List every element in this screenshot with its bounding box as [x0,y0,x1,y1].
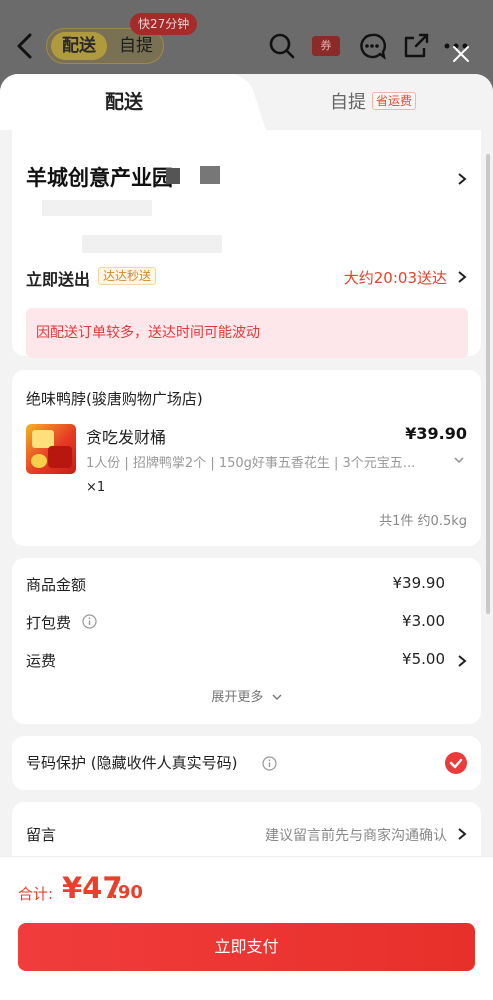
total-label: 合计: [18,885,54,903]
product-spec: 1人份 | 招牌鸭掌2个 | 150g好事五香花生 | 3个元宝五... [86,456,416,471]
note-hint: 建议留言前先与商家沟通确认 [265,828,447,844]
expand-more-label: 展开更多 [211,690,264,705]
product-image [26,424,76,474]
delivery-tabs: 配送 自提 省运费 [0,74,493,130]
address-title: 羊城创意产业园 [26,166,173,190]
redacted-block [82,235,222,253]
fee-label: 运费 [26,652,57,670]
chevron-right-icon [458,655,467,667]
share-icon[interactable] [402,32,430,60]
mode-pickup[interactable]: 自提 [111,32,161,60]
customer-service-icon[interactable] [358,32,386,60]
chevron-down-icon [272,694,282,700]
fee-value: ¥39.90 [392,574,446,592]
tab-delivery[interactable]: 配送 [0,74,248,130]
fee-label: 商品金额 [26,576,87,594]
note-label: 留言 [26,826,57,844]
check-icon [449,758,463,769]
checkout-bar: 合计: ¥47 .90 立即支付 [0,856,493,1000]
order-items-card: 绝味鸭脖(骏唐购物广场店) 贪吃发财桶 ¥39.90 1人份 | 招牌鸭掌2个 … [12,370,481,546]
expand-more-button[interactable]: 展开更多 [12,686,481,705]
save-shipping-badge: 省运费 [372,92,417,110]
store-name[interactable]: 绝味鸭脖(骏唐购物广场店) [26,388,203,409]
order-summary: 共1件 约0.5kg [379,514,467,529]
mode-delivery[interactable]: 配送 [51,32,107,60]
address-card[interactable]: 羊城创意产业园 立即送出 达达秒送 大约20:03送达 因配送订单较多，送达时间… [12,130,481,358]
privacy-card: 号码保护 (隐藏收件人真实号码) [12,736,481,790]
fee-row-shipping[interactable]: 运费 ¥5.00 [26,650,481,674]
tab-pickup[interactable]: 自提 [330,88,366,114]
redacted-block [42,200,152,216]
fee-row-goods: 商品金额 ¥39.90 [26,574,481,598]
back-icon[interactable] [14,32,36,60]
pay-now-button[interactable]: 立即支付 [18,923,475,971]
product-price: ¥39.90 [405,424,467,443]
fee-label: 打包费 [26,614,72,632]
privacy-checkbox[interactable] [445,752,467,774]
dada-tag: 达达秒送 [98,267,157,285]
chevron-right-icon [458,271,467,283]
delivery-eta[interactable]: 大约20:03送达 [344,267,447,288]
fee-breakdown-card: 商品金额 ¥39.90 打包费 ¥3.00 运费 ¥5.00 展开更多 [12,558,481,724]
faster-badge: 快27分钟 [130,13,198,35]
fee-value: ¥3.00 [402,612,445,630]
total-decimal: .90 [111,882,143,903]
product-quantity: ×1 [86,480,106,495]
delay-warning: 因配送订单较多，送达时间可能波动 [26,308,468,358]
coupon-icon[interactable]: 券 [312,36,340,56]
scrollbar[interactable] [486,154,490,614]
search-icon[interactable] [268,32,296,60]
info-icon[interactable] [262,756,277,771]
info-icon[interactable] [82,614,97,629]
chevron-right-icon [458,828,467,840]
fee-row-packaging: 打包费 ¥3.00 [26,612,481,636]
close-icon[interactable] [449,42,473,66]
chevron-down-icon[interactable] [453,455,465,465]
redacted-block [200,166,220,184]
fee-value: ¥5.00 [402,650,445,668]
product-name: 贪吃发财桶 [86,428,167,447]
privacy-label: 号码保护 (隐藏收件人真实号码) [26,754,238,772]
chevron-right-icon [458,173,467,185]
deliver-now-label: 立即送出 [26,270,91,289]
redacted-block [166,168,180,184]
